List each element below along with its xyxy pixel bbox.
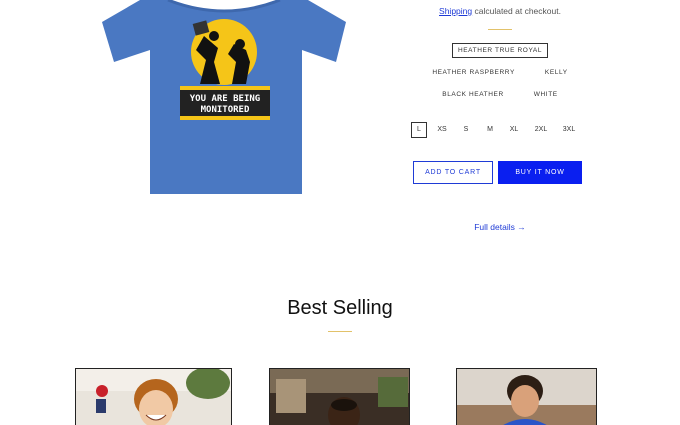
divider bbox=[488, 29, 512, 30]
color-option-heather-true-royal[interactable]: Heather True Royal bbox=[451, 42, 549, 58]
section-divider bbox=[328, 331, 352, 332]
arrow-right-icon: → bbox=[517, 222, 526, 232]
shipping-note: Shipping calculated at checkout. bbox=[380, 6, 620, 16]
product-card-2[interactable] bbox=[269, 368, 410, 425]
svg-text:YOU ARE BEING: YOU ARE BEING bbox=[190, 94, 260, 104]
size-option-s[interactable]: S bbox=[459, 122, 473, 138]
product-card-1[interactable] bbox=[75, 368, 232, 425]
color-option-white[interactable]: White bbox=[528, 87, 564, 102]
size-option-m[interactable]: M bbox=[483, 122, 497, 138]
shipping-link[interactable]: Shipping bbox=[439, 6, 472, 16]
color-option-kelly[interactable]: Kelly bbox=[539, 65, 574, 80]
full-details-link[interactable]: Full details → bbox=[380, 222, 620, 232]
product-card-3[interactable] bbox=[456, 368, 597, 425]
size-option-xs[interactable]: XS bbox=[435, 122, 449, 138]
color-options: Heather True Royal Heather Raspberry Kel… bbox=[380, 42, 620, 108]
size-option-xl[interactable]: XL bbox=[507, 122, 521, 138]
add-to-cart-button[interactable]: Add to cart bbox=[413, 161, 493, 184]
section-title-best-selling: Best Selling bbox=[287, 297, 393, 319]
buy-it-now-button[interactable]: Buy it now bbox=[498, 161, 582, 184]
product-image[interactable]: YOU ARE BEING MONITORED bbox=[100, 0, 348, 196]
color-option-black-heather[interactable]: Black Heather bbox=[436, 87, 510, 102]
color-option-heather-raspberry[interactable]: Heather Raspberry bbox=[426, 65, 521, 80]
svg-text:MONITORED: MONITORED bbox=[201, 105, 250, 115]
size-options: L XS S M XL 2XL 3XL bbox=[411, 122, 583, 138]
size-option-l[interactable]: L bbox=[411, 122, 427, 138]
shipping-text: calculated at checkout. bbox=[472, 6, 561, 16]
full-details-label: Full details bbox=[474, 222, 515, 232]
size-option-3xl[interactable]: 3XL bbox=[561, 122, 577, 138]
size-option-2xl[interactable]: 2XL bbox=[533, 122, 549, 138]
